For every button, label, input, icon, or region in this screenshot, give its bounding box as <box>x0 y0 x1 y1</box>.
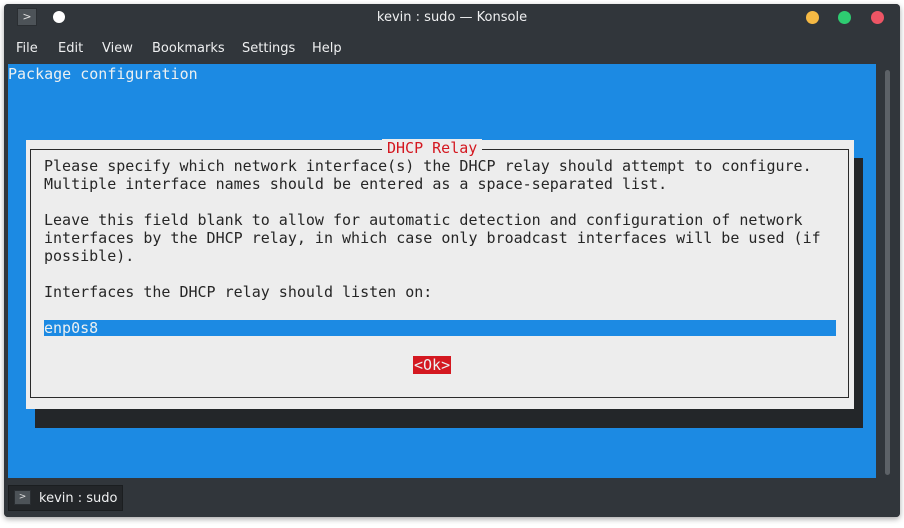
tab-label: kevin : sudo <box>39 491 118 506</box>
minimize-button[interactable] <box>806 11 819 24</box>
terminal-area[interactable]: Package configuration DHCP Relay Please … <box>8 64 876 478</box>
menu-bar: File Edit View Bookmarks Settings Help <box>4 36 900 62</box>
dialog-text-line: Leave this field blank to allow for auto… <box>44 211 803 229</box>
menu-view[interactable]: View <box>102 41 133 56</box>
interfaces-input[interactable]: enp0s8__________________________________… <box>44 320 836 336</box>
dialog-text-line: possible). <box>44 247 135 265</box>
window-title: kevin : sudo — Konsole <box>376 10 528 25</box>
konsole-window: > kevin : sudo — Konsole File Edit View … <box>4 4 900 517</box>
menu-bookmarks[interactable]: Bookmarks <box>152 41 225 56</box>
terminal-scrollbar[interactable] <box>880 64 896 478</box>
dialog-text-line: Please specify which network interface(s… <box>44 157 812 175</box>
terminal-icon: > <box>14 490 31 505</box>
menu-file[interactable]: File <box>16 41 38 56</box>
dialog-title: DHCP Relay <box>382 139 483 158</box>
package-configuration-header: Package configuration <box>8 65 198 83</box>
scrollbar-thumb[interactable] <box>885 70 890 475</box>
title-bar[interactable]: > kevin : sudo — Konsole <box>4 4 900 32</box>
menu-edit[interactable]: Edit <box>58 41 83 56</box>
ok-button[interactable]: <Ok> <box>413 356 452 374</box>
interfaces-input-value: enp0s8 <box>44 320 99 336</box>
tab-bar: > kevin : sudo <box>4 482 900 517</box>
close-button[interactable] <box>871 11 884 24</box>
menu-help[interactable]: Help <box>312 41 342 56</box>
dhcp-relay-dialog: DHCP Relay Please specify which network … <box>26 139 854 409</box>
input-prompt: Interfaces the DHCP relay should listen … <box>44 283 433 301</box>
dialog-text-line: Multiple interface names should be enter… <box>44 175 668 193</box>
maximize-button[interactable] <box>838 11 851 24</box>
interfaces-input-fill: ________________________________________… <box>98 320 812 336</box>
dialog-text-line: interfaces by the DHCP relay, in which c… <box>44 229 821 247</box>
tab-kevin-sudo[interactable]: > kevin : sudo <box>8 485 123 511</box>
menu-settings[interactable]: Settings <box>242 41 295 56</box>
